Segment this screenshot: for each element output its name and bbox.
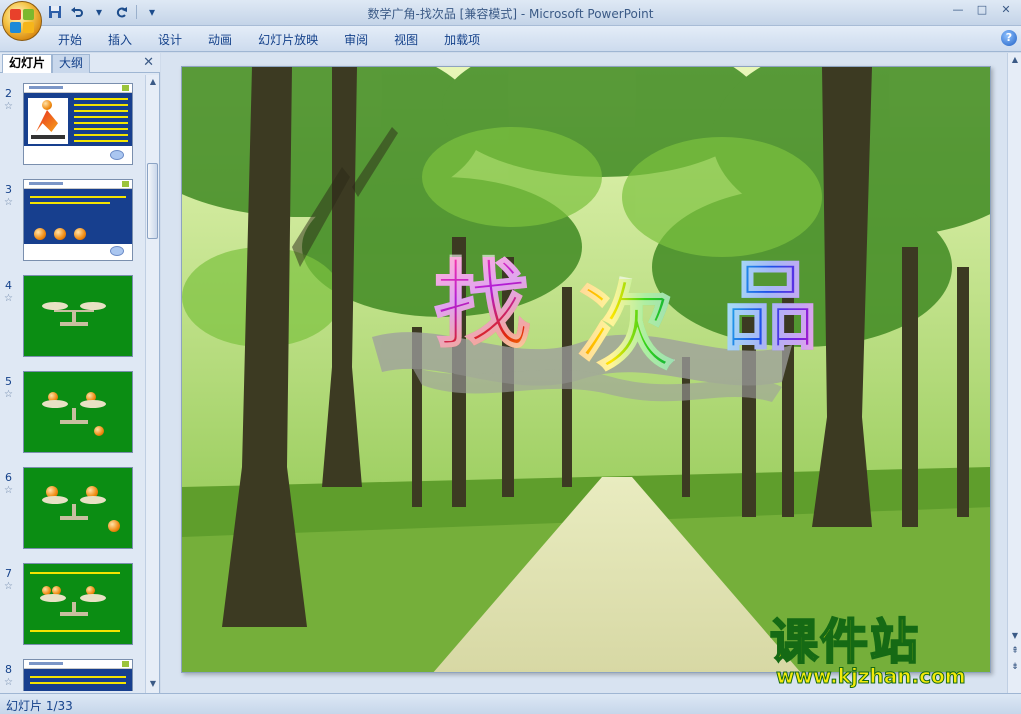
next-slide-icon[interactable]: ⇟ [1010, 663, 1020, 672]
scale-pan [80, 496, 106, 504]
ball-shape [74, 228, 86, 240]
slide-counter: 幻灯片 1/33 [6, 699, 73, 713]
slide-thumbnail-row[interactable]: 7 ☆ [0, 563, 145, 651]
scroll-down-icon[interactable]: ▼ [1010, 631, 1020, 640]
animation-star-icon: ☆ [4, 197, 13, 208]
slide-thumbnail[interactable] [23, 371, 133, 453]
ball-shape [34, 228, 46, 240]
ribbon: 开始 插入 设计 动画 幻灯片放映 审阅 视图 加载项 ? [0, 26, 1021, 52]
slide-number: 2 [5, 87, 12, 100]
scale-pan [42, 496, 68, 504]
scale-post [72, 504, 76, 516]
slide-thumbnail-row[interactable]: 8 ☆ [0, 659, 145, 691]
slide-title-char[interactable]: 品 [721, 258, 819, 356]
scale-pan [80, 400, 106, 408]
slide-thumbnail-row[interactable]: 3 ☆ [0, 179, 145, 267]
help-icon[interactable]: ? [1001, 30, 1017, 46]
slide-thumbnail-row[interactable]: 2 ☆ [0, 83, 145, 171]
previous-slide-icon[interactable]: ⇞ [1010, 647, 1020, 656]
scrollbar-thumb[interactable] [147, 163, 158, 239]
slides-pane: 幻灯片 大纲 ✕ 2 ☆ 3 ☆ 4 ☆ 5 ☆ 6 ☆ 7 ☆ 8 ☆ ▲ ▼ [0, 53, 160, 693]
tab-design[interactable]: 设计 [148, 31, 192, 49]
ball-shape [108, 520, 120, 532]
watermark-logo: 课件站 www.kjzhan.com [769, 614, 1010, 690]
tab-outline[interactable]: 大纲 [52, 54, 91, 73]
ball-shape [54, 228, 66, 240]
watermark-title: 课件站 [769, 614, 921, 670]
animation-star-icon: ☆ [4, 293, 13, 304]
slide-number: 6 [5, 471, 12, 484]
thumbnail-header [24, 84, 132, 93]
scale-pan [40, 594, 66, 602]
scroll-up-icon[interactable]: ▲ [148, 77, 158, 89]
slide-thumbnail[interactable] [23, 275, 133, 357]
scale-post [72, 408, 76, 420]
tab-insert[interactable]: 插入 [98, 31, 142, 49]
slide-thumbnail-row[interactable]: 5 ☆ [0, 371, 145, 459]
ball-shape [94, 426, 104, 436]
animation-star-icon: ☆ [4, 485, 13, 496]
animation-star-icon: ☆ [4, 101, 13, 112]
scale-base [60, 612, 88, 616]
title-bar: ▾ ▾ 数学广角-找次品 [兼容模式] - Microsoft PowerPoi… [0, 0, 1021, 41]
scale-base [60, 516, 88, 520]
scale-pan [42, 400, 68, 408]
slide-thumbnail-row[interactable]: 6 ☆ [0, 467, 145, 555]
pane-tabs: 幻灯片 大纲 ✕ [0, 53, 160, 73]
thumbnails-scrollbar[interactable]: ▲ ▼ [145, 75, 159, 693]
tab-slideshow[interactable]: 幻灯片放映 [248, 31, 328, 49]
tab-view[interactable]: 视图 [384, 31, 428, 49]
slide-number: 3 [5, 183, 12, 196]
tab-addins[interactable]: 加载项 [434, 31, 490, 49]
animation-star-icon: ☆ [4, 677, 13, 688]
bubble-shape [110, 150, 124, 160]
slide-thumbnail-row[interactable]: 4 ☆ [0, 275, 145, 363]
scroll-down-icon[interactable]: ▼ [148, 679, 158, 691]
scale-post [72, 602, 76, 612]
slide-title-char[interactable]: 次 [577, 278, 675, 376]
tab-slides[interactable]: 幻灯片 [2, 54, 53, 73]
scale-pan [42, 302, 68, 310]
scale-base [60, 322, 88, 326]
scale-pan [80, 594, 106, 602]
slide-number: 7 [5, 567, 12, 580]
slide-thumbnail[interactable] [23, 179, 133, 261]
scale-pan [80, 302, 106, 310]
slide-thumbnails: 2 ☆ 3 ☆ 4 ☆ 5 ☆ 6 ☆ 7 ☆ 8 ☆ [0, 75, 145, 691]
slide-number: 8 [5, 663, 12, 676]
slide-editor: 找 次 品 ▲ ▼ ⇞ ⇟ [161, 53, 1021, 693]
current-slide[interactable]: 找 次 品 [181, 66, 991, 673]
bubble-shape [110, 246, 124, 256]
close-button[interactable]: ✕ [995, 2, 1017, 16]
slide-thumbnail[interactable] [23, 659, 133, 691]
slide-thumbnail[interactable] [23, 467, 133, 549]
scale-post [72, 310, 76, 322]
tab-animations[interactable]: 动画 [198, 31, 242, 49]
slide-number: 4 [5, 279, 12, 292]
ribbon-tabs: 开始 插入 设计 动画 幻灯片放映 审阅 视图 加载项 [48, 31, 496, 49]
scale-base [60, 420, 88, 424]
slide-number: 5 [5, 375, 12, 388]
slide-thumbnail[interactable] [23, 83, 133, 165]
slide-title-char[interactable]: 找 [433, 256, 531, 354]
maximize-button[interactable]: □ [971, 2, 993, 16]
close-pane-icon[interactable]: ✕ [143, 55, 154, 70]
status-bar: 幻灯片 1/33 [0, 693, 1021, 714]
tab-home[interactable]: 开始 [48, 31, 92, 49]
window-controls: — □ ✕ [947, 2, 1017, 16]
animation-star-icon: ☆ [4, 581, 13, 592]
thumbnail-header [24, 660, 132, 669]
tab-review[interactable]: 审阅 [334, 31, 378, 49]
thumbnail-header [24, 180, 132, 189]
slide-scrollbar[interactable]: ▲ ▼ ⇞ ⇟ [1007, 53, 1021, 693]
animation-star-icon: ☆ [4, 389, 13, 400]
watermark-url: www.kjzhan.com [776, 664, 967, 688]
window-title: 数学广角-找次品 [兼容模式] - Microsoft PowerPoint [367, 7, 654, 21]
minimize-button[interactable]: — [947, 2, 969, 16]
games-logo-image [28, 98, 68, 144]
slide-thumbnail[interactable] [23, 563, 133, 645]
office-logo-icon [10, 9, 34, 33]
office-button[interactable] [2, 1, 42, 41]
scroll-up-icon[interactable]: ▲ [1010, 55, 1020, 64]
